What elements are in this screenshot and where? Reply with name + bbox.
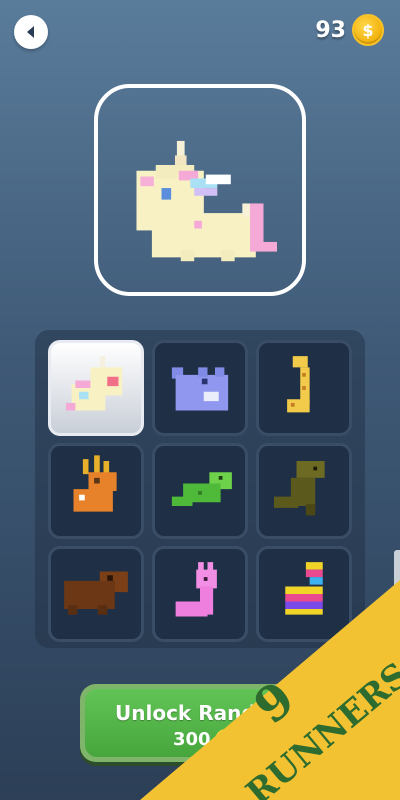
unlock-price: 300 xyxy=(173,729,211,750)
character-slot-crocodile[interactable] xyxy=(152,443,248,539)
unlock-random-button[interactable]: Unlock Rand 300 xyxy=(80,684,320,762)
crocodile-icon xyxy=(171,472,232,506)
coin-balance: 93 $ xyxy=(315,14,384,46)
character-slot-pinata-llama[interactable] xyxy=(256,546,352,642)
hippo-icon xyxy=(171,367,229,411)
unicorn-icon xyxy=(66,356,123,411)
chevron-left-icon xyxy=(27,26,34,38)
character-slot-bear[interactable] xyxy=(48,546,144,642)
unlock-random-label: Unlock Rand xyxy=(115,701,256,725)
coin-icon xyxy=(215,729,237,751)
coin-count: 93 xyxy=(315,17,346,43)
character-preview xyxy=(94,84,306,296)
t-rex-icon xyxy=(274,461,325,516)
coin-icon: $ xyxy=(352,14,384,46)
deer-icon xyxy=(73,455,117,512)
side-tab[interactable] xyxy=(394,550,400,590)
character-slot-t-rex[interactable] xyxy=(256,443,352,539)
character-slot-giraffe[interactable] xyxy=(256,340,352,436)
character-slot-llama[interactable] xyxy=(152,546,248,642)
bear-icon xyxy=(64,571,128,615)
character-grid xyxy=(35,330,365,648)
back-button[interactable] xyxy=(14,15,48,49)
giraffe-icon xyxy=(287,356,310,413)
character-slot-unicorn[interactable] xyxy=(48,340,144,436)
pinata-llama-icon xyxy=(285,562,323,615)
llama-icon xyxy=(175,562,217,617)
character-slot-deer[interactable] xyxy=(48,443,144,539)
character-slot-hippo[interactable] xyxy=(152,340,248,436)
unicorn-large-icon xyxy=(136,140,277,262)
